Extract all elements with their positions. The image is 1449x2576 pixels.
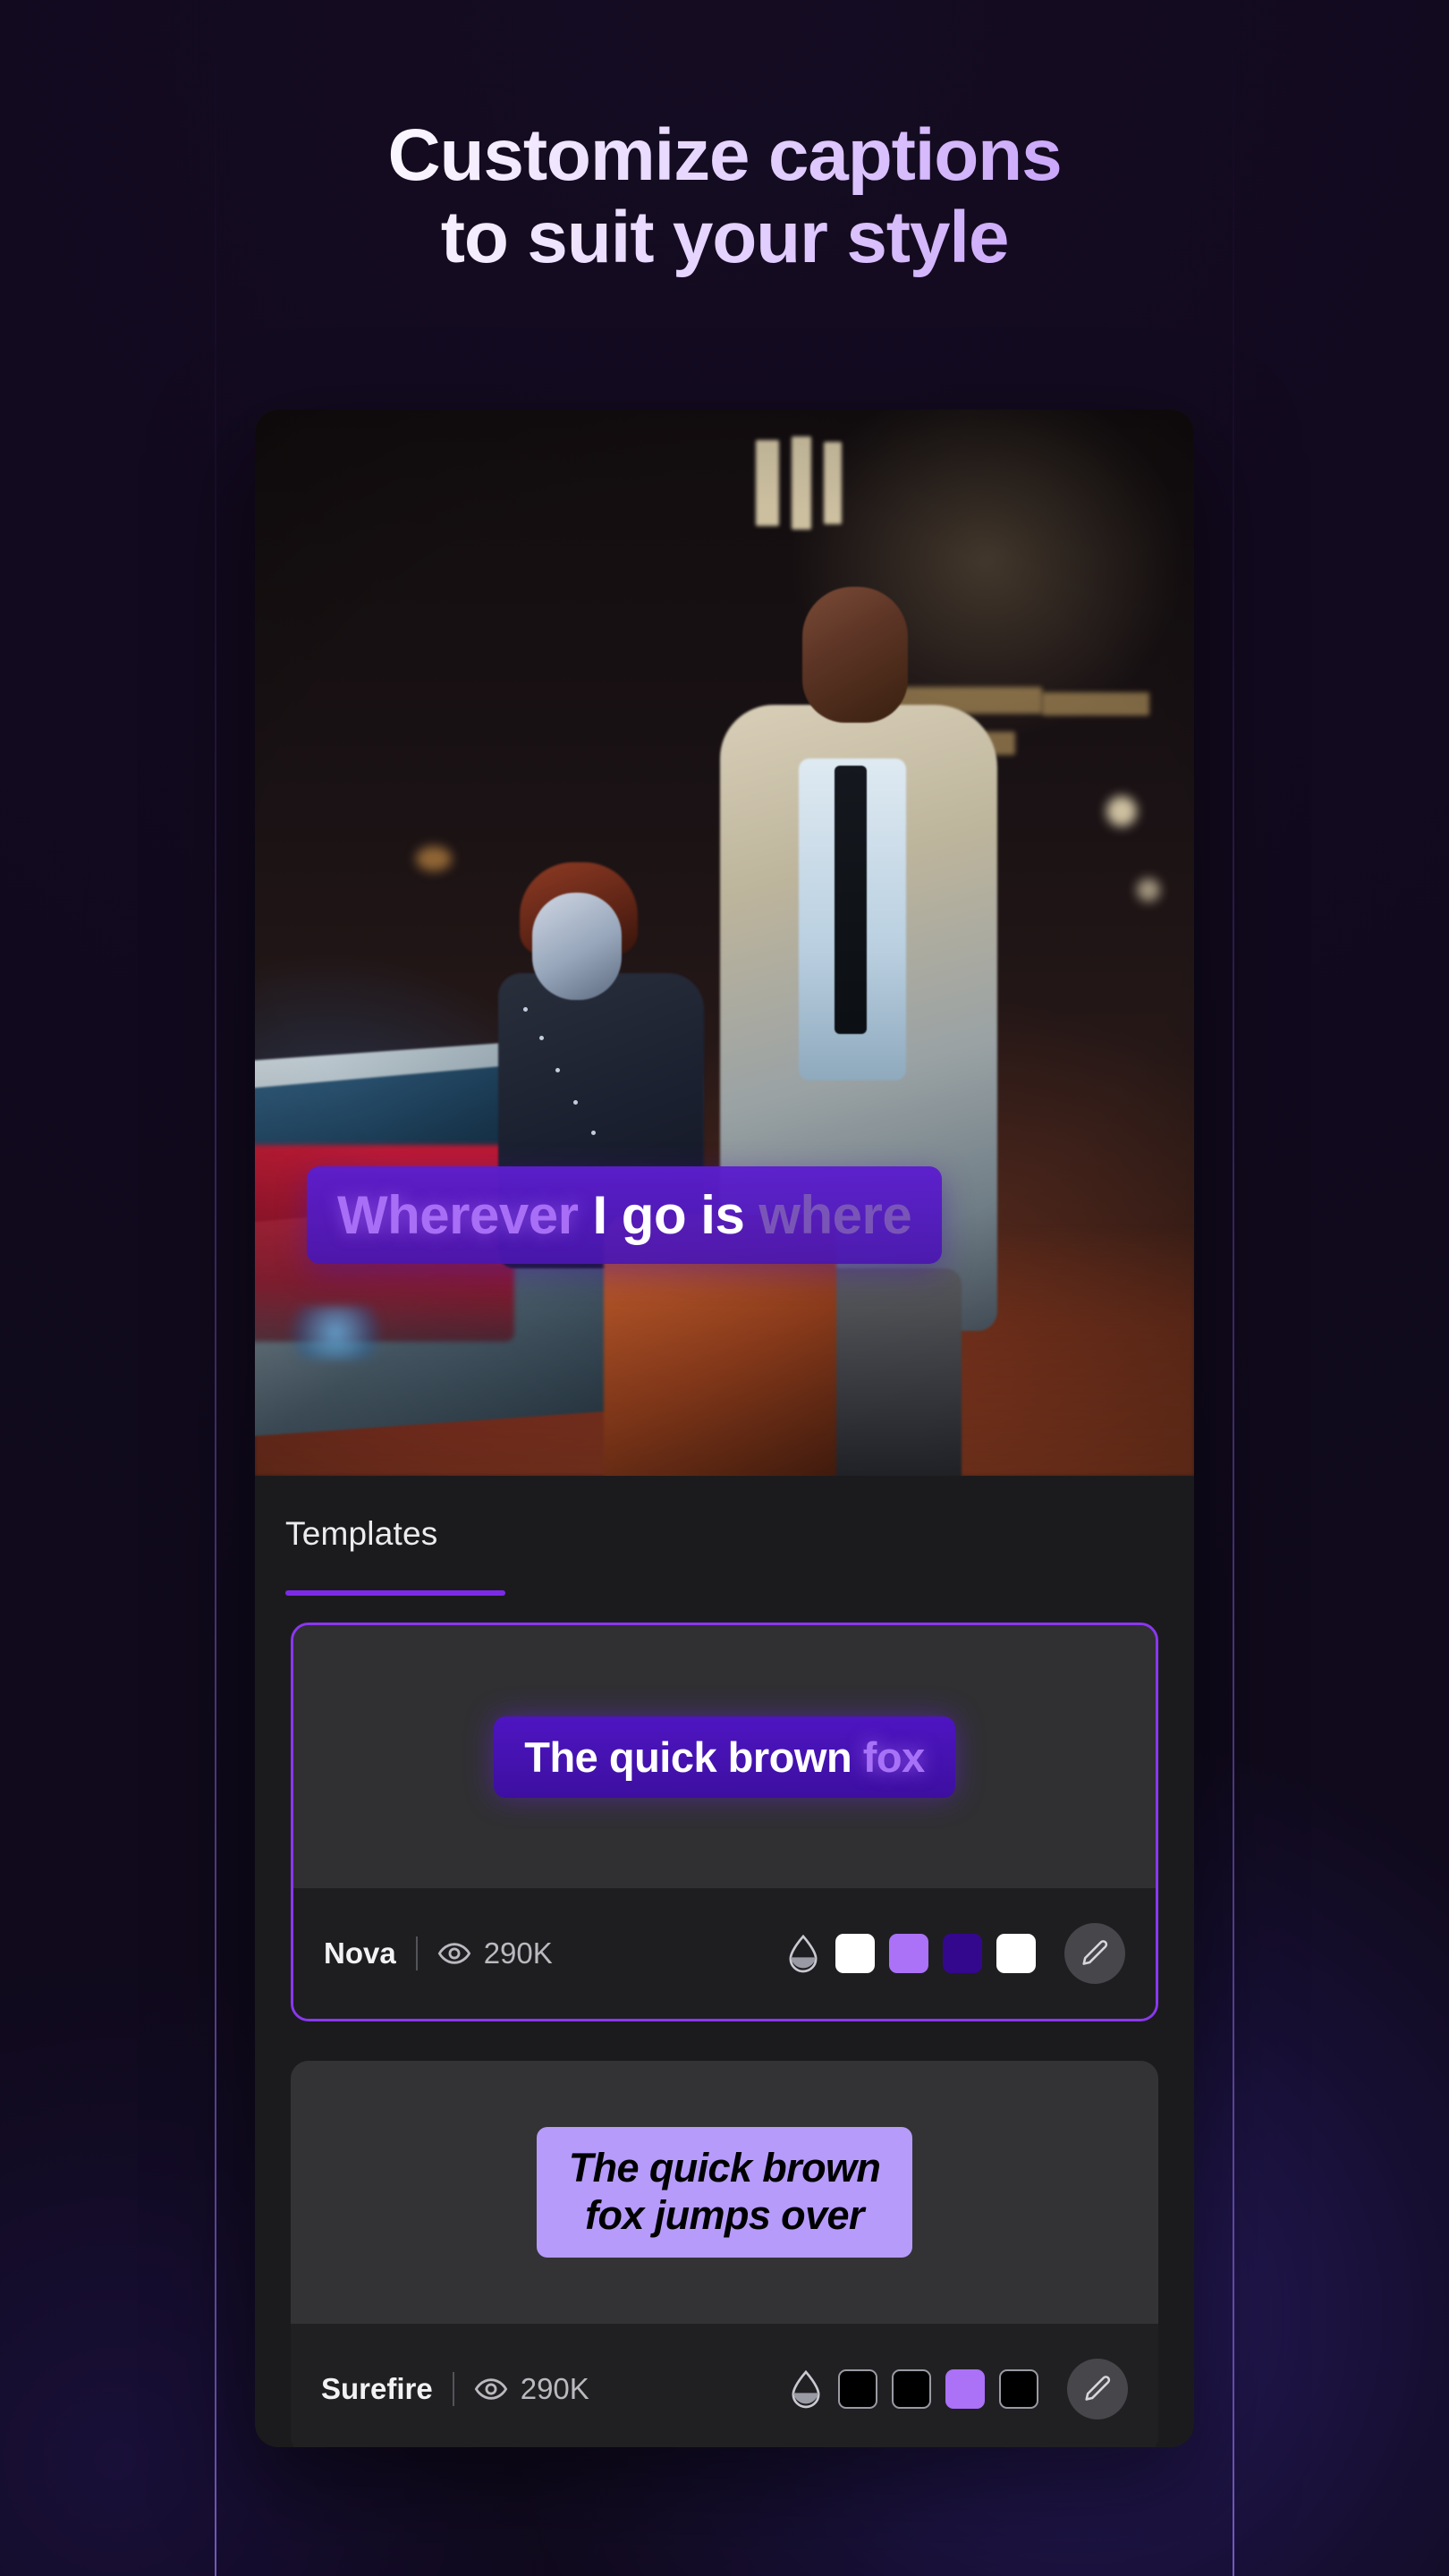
photo-vignette — [255, 410, 1194, 1476]
views-count: 290K — [483, 1936, 553, 1970]
template-card-surefire[interactable]: The quick brown fox jumps over Surefire — [291, 2061, 1158, 2447]
tab-active-indicator — [285, 1590, 505, 1596]
caption-word-highlighted: Wherever — [337, 1185, 579, 1245]
views-group: 290K — [437, 1936, 553, 1970]
meta-divider — [452, 2372, 454, 2406]
promo-page: Customize captions to suit your style Wh… — [0, 0, 1449, 2576]
sample-line-2: fox jumps over — [585, 2192, 864, 2238]
color-swatch[interactable] — [838, 2369, 877, 2409]
sample-text-accent: fox — [862, 1733, 926, 1781]
droplet-icon[interactable] — [785, 1934, 821, 1973]
color-swatch[interactable] — [996, 1934, 1036, 1973]
template-name: Surefire — [321, 2372, 433, 2405]
template-meta-nova: Nova 290K — [293, 1888, 1156, 2019]
meta-right-group — [785, 1923, 1125, 1984]
meta-left-group: Nova 290K — [324, 1936, 553, 1970]
caption-sample-surefire: The quick brown fox jumps over — [536, 2127, 913, 2258]
page-title-line-2: to suit your style — [440, 196, 1009, 278]
views-group: 290K — [474, 2372, 589, 2406]
color-swatch[interactable] — [945, 2369, 985, 2409]
template-meta-surefire: Surefire 290K — [291, 2324, 1158, 2447]
views-count: 290K — [520, 2372, 589, 2405]
sample-line-1: The quick brown — [568, 2145, 881, 2191]
eye-icon — [474, 2372, 508, 2406]
template-preview-nova: The quick brown fox — [293, 1625, 1156, 1888]
color-swatch[interactable] — [835, 1934, 875, 1973]
color-swatch[interactable] — [892, 2369, 931, 2409]
template-preview-surefire: The quick brown fox jumps over — [291, 2061, 1158, 2324]
sample-text-white: The quick brown — [524, 1733, 852, 1781]
app-screen: Wherever I go is where Templates The qui… — [255, 410, 1194, 2447]
meta-right-group — [788, 2359, 1128, 2419]
page-title: Customize captions to suit your style — [0, 114, 1449, 279]
template-card-nova[interactable]: The quick brown fox Nova 290K — [291, 1623, 1158, 2021]
background-guide-line-right — [1233, 0, 1234, 2576]
color-swatch[interactable] — [889, 1934, 928, 1973]
caption-overlay[interactable]: Wherever I go is where — [307, 1166, 943, 1264]
caption-word-dimmed: where — [758, 1185, 912, 1245]
edit-template-button[interactable] — [1067, 2359, 1128, 2419]
color-swatch[interactable] — [943, 1934, 982, 1973]
meta-left-group: Surefire 290K — [321, 2372, 589, 2406]
page-title-line-1: Customize captions — [387, 114, 1062, 196]
background-guide-line-left — [215, 0, 216, 2576]
tab-bar: Templates — [255, 1476, 1194, 1612]
template-list: The quick brown fox Nova 290K The quick … — [255, 1612, 1194, 2447]
color-swatch[interactable] — [999, 2369, 1038, 2409]
caption-sample-nova: The quick brown fox — [494, 1716, 955, 1798]
template-name: Nova — [324, 1936, 396, 1970]
meta-divider — [415, 1936, 418, 1970]
eye-icon — [437, 1936, 471, 1970]
edit-template-button[interactable] — [1064, 1923, 1125, 1984]
tab-templates[interactable]: Templates — [285, 1515, 437, 1553]
droplet-icon[interactable] — [788, 2369, 824, 2409]
photo-preview[interactable]: Wherever I go is where — [255, 410, 1194, 1476]
caption-word-active: I go is — [592, 1185, 745, 1245]
